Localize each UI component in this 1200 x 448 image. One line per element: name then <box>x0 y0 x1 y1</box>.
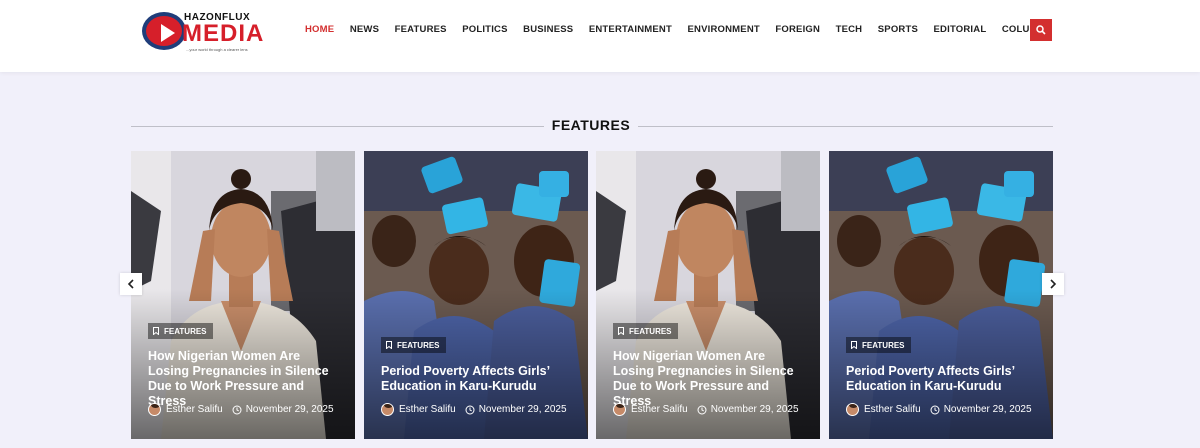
clock-icon <box>697 405 707 414</box>
carousel-prev-button[interactable] <box>120 273 142 295</box>
chevron-right-icon <box>1050 279 1057 289</box>
search-button[interactable] <box>1030 19 1052 41</box>
category-label: FEATURES <box>164 326 207 336</box>
section-divider-right <box>638 126 1053 127</box>
article-title[interactable]: How Nigerian Women Are Losing Pregnancie… <box>148 349 344 409</box>
logo-play-icon <box>142 12 186 50</box>
article-meta: Esther Salifu November 29, 2025 <box>846 403 1032 416</box>
carousel-next-button[interactable] <box>1042 273 1064 295</box>
article-date: November 29, 2025 <box>245 404 334 415</box>
article-card[interactable]: FEATURES Period Poverty Affects Girls’ E… <box>829 151 1053 439</box>
category-label: FEATURES <box>397 340 440 350</box>
article-title[interactable]: Period Poverty Affects Girls’ Education … <box>846 364 1042 394</box>
nav-entertainment[interactable]: ENTERTAINMENT <box>589 24 672 35</box>
nav-tech[interactable]: TECH <box>836 24 863 35</box>
article-card[interactable]: FEATURES Period Poverty Affects Girls’ E… <box>364 151 588 439</box>
author-name[interactable]: Esther Salifu <box>166 404 223 415</box>
bookmark-icon <box>386 341 392 349</box>
nav-foreign[interactable]: FOREIGN <box>775 24 820 35</box>
author-name[interactable]: Esther Salifu <box>399 404 456 415</box>
author-avatar <box>846 403 859 416</box>
search-icon <box>1036 25 1046 35</box>
section-divider-left <box>131 126 544 127</box>
article-card[interactable]: FEATURES How Nigerian Women Are Losing P… <box>596 151 820 439</box>
logo-tagline: ...your world through a clearer lens <box>186 47 248 52</box>
clock-icon <box>232 405 242 414</box>
logo-main-text: MEDIA <box>182 20 265 47</box>
article-date: November 29, 2025 <box>943 404 1032 415</box>
article-meta: Esther Salifu November 29, 2025 <box>613 403 799 416</box>
author-avatar <box>148 403 161 416</box>
site-header: HAZONFLUX MEDIA ...your world through a … <box>0 0 1200 72</box>
author-name[interactable]: Esther Salifu <box>864 404 921 415</box>
bookmark-icon <box>153 327 159 335</box>
nav-politics[interactable]: POLITICS <box>462 24 507 35</box>
nav-environment[interactable]: ENVIRONMENT <box>687 24 759 35</box>
author-avatar <box>381 403 394 416</box>
clock-icon <box>930 405 940 414</box>
nav-business[interactable]: BUSINESS <box>523 24 573 35</box>
category-badge[interactable]: FEATURES <box>613 323 678 339</box>
author-avatar <box>613 403 626 416</box>
article-date: November 29, 2025 <box>478 404 567 415</box>
category-label: FEATURES <box>629 326 672 336</box>
clock-icon <box>465 405 475 414</box>
article-card[interactable]: FEATURES How Nigerian Women Are Losing P… <box>131 151 355 439</box>
nav-news[interactable]: NEWS <box>350 24 379 35</box>
nav-sports[interactable]: SPORTS <box>878 24 918 35</box>
main-nav: HOME NEWS FEATURES POLITICS BUSINESS ENT… <box>305 24 1067 35</box>
section-title: FEATURES <box>551 117 631 133</box>
bookmark-icon <box>851 341 857 349</box>
bookmark-icon <box>618 327 624 335</box>
category-label: FEATURES <box>862 340 905 350</box>
nav-features[interactable]: FEATURES <box>395 24 447 35</box>
site-logo[interactable]: HAZONFLUX MEDIA ...your world through a … <box>142 10 263 52</box>
category-badge[interactable]: FEATURES <box>846 337 911 353</box>
nav-editorial[interactable]: EDITORIAL <box>934 24 987 35</box>
article-meta: Esther Salifu November 29, 2025 <box>381 403 567 416</box>
article-title[interactable]: How Nigerian Women Are Losing Pregnancie… <box>613 349 809 409</box>
category-badge[interactable]: FEATURES <box>381 337 446 353</box>
chevron-left-icon <box>127 279 134 289</box>
article-date: November 29, 2025 <box>710 404 799 415</box>
article-title[interactable]: Period Poverty Affects Girls’ Education … <box>381 364 577 394</box>
category-badge[interactable]: FEATURES <box>148 323 213 339</box>
author-name[interactable]: Esther Salifu <box>631 404 688 415</box>
nav-home[interactable]: HOME <box>305 24 334 35</box>
article-meta: Esther Salifu November 29, 2025 <box>148 403 334 416</box>
